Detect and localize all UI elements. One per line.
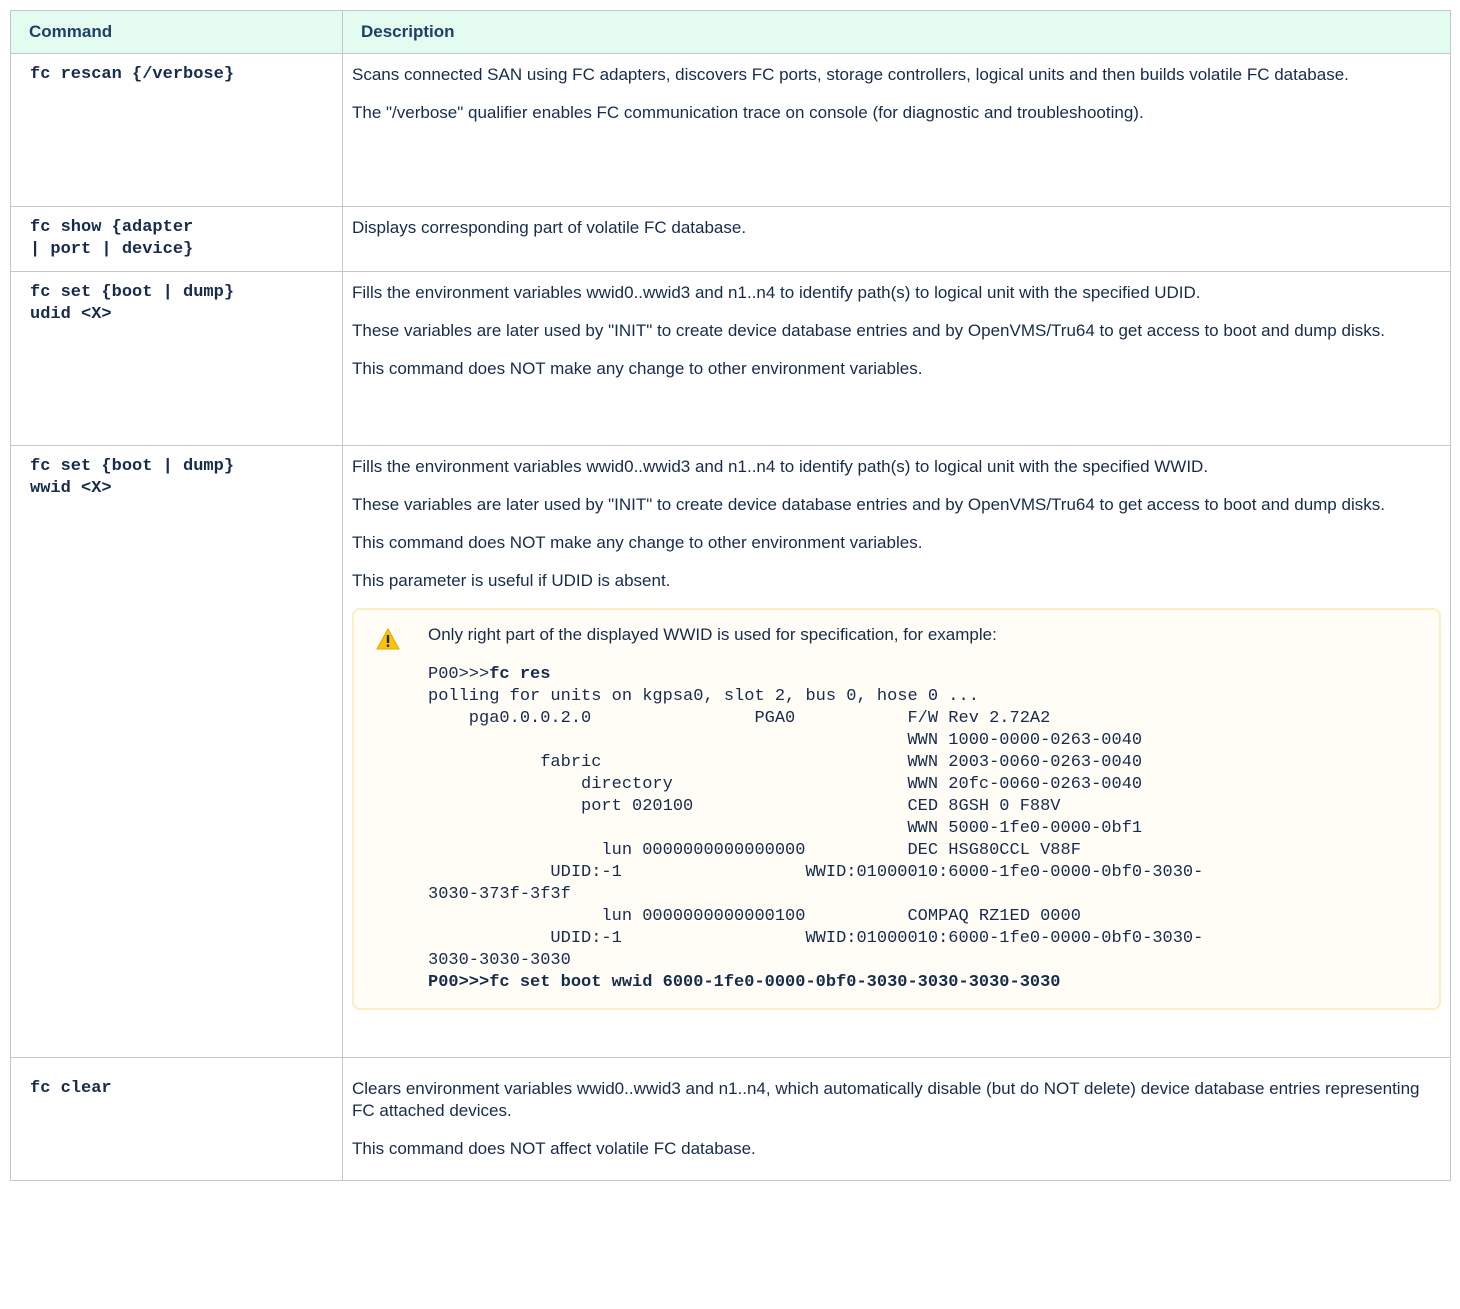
command-text: fc set {boot | dump} xyxy=(30,283,235,302)
command-text: fc set {boot | dump} xyxy=(30,457,235,476)
console-line: lun 0000000000000100 COMPAQ RZ1ED 0000 xyxy=(428,907,1081,926)
description-paragraph: Fills the environment variables wwid0..w… xyxy=(352,457,1209,476)
note-text: Only right part of the displayed WWID is… xyxy=(428,625,997,644)
description-cell: Fills the environment variables wwid0..w… xyxy=(342,445,1451,1058)
warning-note: Only right part of the displayed WWID is… xyxy=(352,608,1441,1010)
description-paragraph: This command does NOT affect volatile FC… xyxy=(352,1139,756,1158)
table-row: fc set {boot | dump} udid <X> Fills the … xyxy=(10,271,1451,446)
table-row: fc set {boot | dump} wwid <X> Fills the … xyxy=(10,445,1451,1058)
console-line: 3030-3030-3030 xyxy=(428,951,571,970)
command-cell: fc set {boot | dump} udid <X> xyxy=(10,271,343,446)
console-line: port 020100 CED 8GSH 0 F88V xyxy=(428,797,1061,816)
description-paragraph: This parameter is useful if UDID is abse… xyxy=(352,571,671,590)
warning-icon xyxy=(376,628,400,650)
description-paragraph: Scans connected SAN using FC adapters, d… xyxy=(352,65,1349,84)
console-line: WWN 1000-0000-0263-0040 xyxy=(428,731,1143,750)
header-row: Command Description xyxy=(10,10,1451,54)
description-paragraph: The "/verbose" qualifier enables FC comm… xyxy=(352,103,1144,122)
description-paragraph: Displays corresponding part of volatile … xyxy=(352,218,747,237)
description-paragraph: These variables are later used by "INIT"… xyxy=(352,321,1385,340)
description-paragraph: These variables are later used by "INIT"… xyxy=(352,495,1385,514)
console-line: UDID:-1 WWID:01000010:6000-1fe0-0000-0bf… xyxy=(428,863,1204,882)
description-paragraph: This command does NOT make any change to… xyxy=(352,359,923,378)
commands-table: Command Description fc rescan {/verbose}… xyxy=(10,10,1451,1181)
command-cell: fc rescan {/verbose} xyxy=(10,53,343,207)
command-cell: fc show {adapter | port | device} xyxy=(10,206,343,272)
console-line: polling for units on kgpsa0, slot 2, bus… xyxy=(428,687,979,706)
console-line: directory WWN 20fc-0060-0263-0040 xyxy=(428,775,1143,794)
console-output: P00>>>fc res polling for units on kgpsa0… xyxy=(428,664,1419,994)
console-lines: polling for units on kgpsa0, slot 2, bus… xyxy=(428,687,1203,970)
description-cell: Fills the environment variables wwid0..w… xyxy=(342,271,1451,446)
command-cell: fc set {boot | dump} wwid <X> xyxy=(10,445,343,1058)
table-row: fc clear Clears environment variables ww… xyxy=(10,1057,1451,1181)
header-description: Description xyxy=(342,10,1451,54)
console-final-command: P00>>>fc set boot wwid 6000-1fe0-0000-0b… xyxy=(428,973,1061,992)
command-text: udid <X> xyxy=(30,305,112,324)
description-cell: Clears environment variables wwid0..wwid… xyxy=(342,1057,1451,1181)
header-command: Command xyxy=(10,10,343,54)
console-line: pga0.0.0.2.0 PGA0 F/W Rev 2.72A2 xyxy=(428,709,1051,728)
command-cell: fc clear xyxy=(10,1057,343,1181)
console-line: lun 0000000000000000 DEC HSG80CCL V88F xyxy=(428,841,1081,860)
console-line: fabric WWN 2003-0060-0263-0040 xyxy=(428,753,1143,772)
console-line: 3030-373f-3f3f xyxy=(428,885,571,904)
description-paragraph: Fills the environment variables wwid0..w… xyxy=(352,283,1201,302)
description-cell: Scans connected SAN using FC adapters, d… xyxy=(342,53,1451,207)
console-line: UDID:-1 WWID:01000010:6000-1fe0-0000-0bf… xyxy=(428,929,1204,948)
command-text: fc rescan {/verbose} xyxy=(30,65,235,84)
command-text: fc clear xyxy=(30,1079,112,1098)
console-prompt: P00>>> xyxy=(428,665,490,684)
description-cell: Displays corresponding part of volatile … xyxy=(342,206,1451,272)
table-row: fc show {adapter | port | device} Displa… xyxy=(10,206,1451,272)
console-line: WWN 5000-1fe0-0000-0bf1 xyxy=(428,819,1143,838)
note-body: Only right part of the displayed WWID is… xyxy=(428,624,1419,994)
table-row: fc rescan {/verbose} Scans connected SAN… xyxy=(10,53,1451,207)
command-text: | port | device} xyxy=(30,240,194,259)
command-text: wwid <X> xyxy=(30,479,112,498)
description-paragraph: Clears environment variables wwid0..wwid… xyxy=(352,1079,1420,1120)
description-paragraph: This command does NOT make any change to… xyxy=(352,533,923,552)
command-text: fc show {adapter xyxy=(30,218,194,237)
console-prompt-command: fc res xyxy=(489,665,551,684)
